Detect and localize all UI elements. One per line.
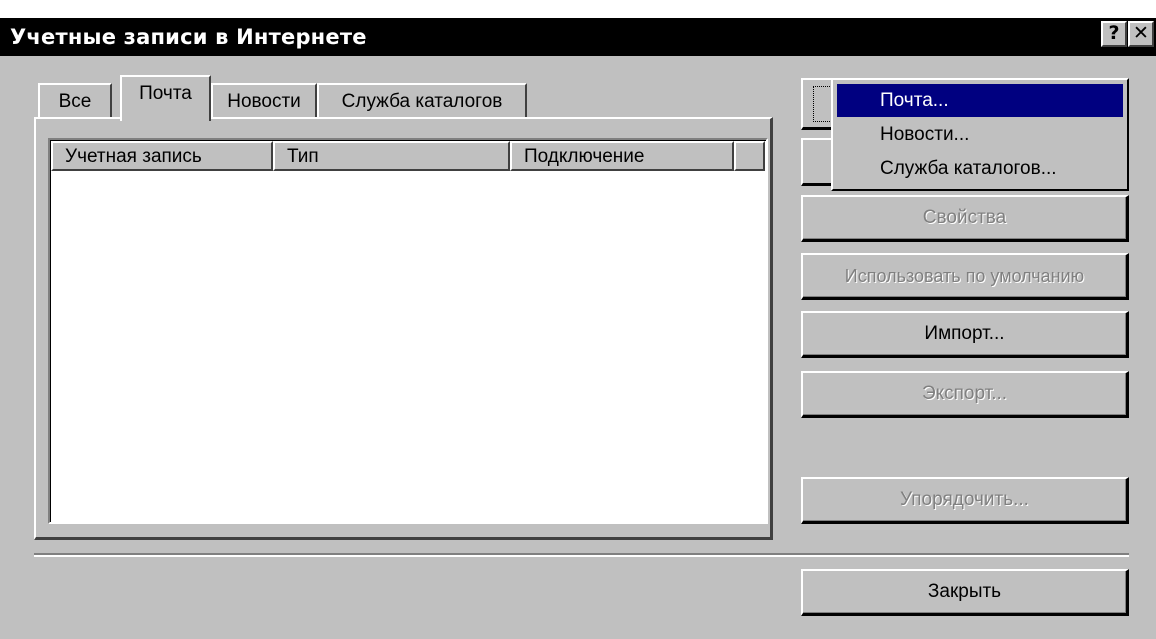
- add-account-menu: Почта... Новости... Служба каталогов...: [831, 78, 1129, 191]
- tab-label: Почта: [139, 83, 192, 104]
- help-button[interactable]: ?: [1101, 21, 1127, 47]
- tab-label: Все: [58, 91, 92, 112]
- accounts-list[interactable]: Учетная запись Тип Подключение: [48, 138, 768, 524]
- column-header-type[interactable]: Тип: [273, 141, 510, 171]
- internet-accounts-dialog: Учетные записи в Интернете ? ✕ Все Почта…: [0, 18, 1156, 639]
- column-header-connection[interactable]: Подключение: [510, 141, 734, 171]
- separator: [34, 553, 1129, 557]
- set-default-button[interactable]: Использовать по умолчанию: [801, 253, 1129, 300]
- menu-item-mail[interactable]: Почта...: [837, 84, 1123, 117]
- tab-news[interactable]: Новости: [211, 83, 317, 121]
- close-button[interactable]: Закрыть: [801, 569, 1129, 616]
- window-title: Учетные записи в Интернете: [10, 25, 367, 49]
- properties-button[interactable]: Свойства: [801, 195, 1129, 242]
- tab-all[interactable]: Все: [38, 83, 112, 121]
- menu-item-news[interactable]: Новости...: [837, 118, 1123, 151]
- close-icon[interactable]: ✕: [1128, 21, 1154, 47]
- tab-label: Новости: [227, 91, 301, 112]
- export-button[interactable]: Экспорт...: [801, 371, 1129, 418]
- list-header: Учетная запись Тип Подключение: [51, 141, 765, 171]
- tab-mail[interactable]: Почта: [120, 75, 211, 121]
- column-header-account[interactable]: Учетная запись: [51, 141, 273, 171]
- tab-label: Служба каталогов: [341, 91, 503, 112]
- import-button[interactable]: Импорт...: [801, 311, 1129, 358]
- order-button[interactable]: Упорядочить...: [801, 477, 1129, 524]
- title-bar[interactable]: Учетные записи в Интернете ? ✕: [0, 18, 1156, 56]
- menu-item-directory-service[interactable]: Служба каталогов...: [837, 152, 1123, 185]
- tab-directory-service[interactable]: Служба каталогов: [317, 83, 527, 121]
- tab-panel: Учетная запись Тип Подключение: [34, 117, 773, 540]
- column-header-filler: [734, 141, 765, 171]
